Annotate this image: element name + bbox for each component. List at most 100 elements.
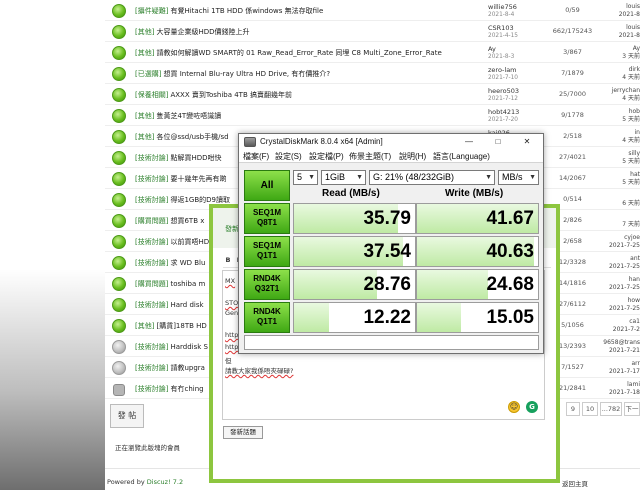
thread-title-link[interactable]: [攝件疑難] 有覺Hitachi 1TB HDD 係windows 無法存取fil…	[135, 6, 480, 18]
bold-button[interactable]: B	[223, 256, 233, 264]
thread-title[interactable]: 請教如何解讀WD SMART的 01 Raw_Read_Error_Rate 同…	[156, 49, 441, 57]
last-poster[interactable]: hat	[630, 171, 640, 178]
thread-title[interactable]: toshiba m	[170, 280, 205, 288]
last-poster[interactable]: han	[629, 276, 640, 283]
last-poster[interactable]: louis	[626, 3, 640, 10]
thread-category[interactable]: [購買問題]	[135, 280, 168, 288]
page-link-10[interactable]: 10	[582, 402, 598, 416]
thread-category[interactable]: [技術討論]	[135, 301, 168, 309]
thread-category[interactable]: [其他]	[135, 28, 154, 36]
thread-category[interactable]: [技術討論]	[135, 364, 168, 372]
thread-row[interactable]: [其他] 請教如何解讀WD SMART的 01 Raw_Read_Error_Ra…	[105, 44, 640, 63]
test-run-button[interactable]: SEQ1M Q8T1	[244, 203, 290, 234]
thread-category[interactable]: [技術討論]	[135, 175, 168, 183]
test-run-button[interactable]: RND4K Q1T1	[244, 302, 290, 333]
thread-title[interactable]: 以前買唔HD	[170, 238, 209, 246]
thread-category[interactable]: [其他]	[135, 49, 154, 57]
emoji-icon[interactable]: ☺	[508, 401, 520, 413]
submit-post-button[interactable]: 發新話題	[223, 426, 263, 439]
last-poster[interactable]: arr	[631, 360, 640, 367]
thread-category[interactable]: [技術討論]	[135, 238, 168, 246]
menu-settings[interactable]: 設定(S)	[275, 151, 302, 162]
last-poster[interactable]: louis	[626, 24, 640, 31]
thread-title[interactable]: Hard disk	[170, 301, 203, 309]
thread-category[interactable]: [攝件疑難]	[135, 7, 168, 15]
thread-category[interactable]: [技術討論]	[135, 343, 168, 351]
test-run-button[interactable]: RND4K Q32T1	[244, 269, 290, 300]
thread-row[interactable]: [其他] 大容量企業級HDD價錢陸上升 CSR103 2021-4-15 662/175…	[105, 23, 640, 42]
thread-title-link[interactable]: [其他] 隻黃芝4T變咗唔識讀	[135, 111, 480, 123]
last-poster[interactable]: lami	[627, 381, 640, 388]
last-poster[interactable]: cyjoe	[624, 234, 640, 241]
thread-title-link[interactable]: [已選購] 想買 Internal Blu-ray Ultra HD Drive,…	[135, 69, 480, 81]
author-name[interactable]: CSR103	[488, 24, 514, 32]
page-link-9[interactable]: 9	[566, 402, 580, 416]
comment-field[interactable]	[244, 335, 539, 350]
last-poster[interactable]: hob	[629, 108, 640, 115]
grammarly-icon[interactable]: G	[526, 401, 538, 413]
thread-title[interactable]: Harddisk S	[170, 343, 208, 351]
thread-category[interactable]: [已選購]	[135, 70, 161, 78]
thread-title[interactable]: 隻黃芝4T變咗唔識讀	[156, 112, 221, 120]
thread-title[interactable]: 有覺Hitachi 1TB HDD 係windows 無法存取file	[170, 7, 323, 15]
unit-select[interactable]: MB/s ▼	[498, 170, 539, 185]
thread-category[interactable]: [技術討論]	[135, 259, 168, 267]
thread-title[interactable]: 想買 Internal Blu-ray Ultra HD Drive, 有冇價推…	[163, 70, 330, 78]
home-link[interactable]: 返回主頁	[562, 478, 588, 488]
thread-category[interactable]: [購買問題]	[135, 217, 168, 225]
thread-category[interactable]: [其他]	[135, 112, 154, 120]
last-poster[interactable]: how	[628, 297, 640, 304]
thread-title[interactable]: 請教upgra	[170, 364, 205, 372]
test-size-select[interactable]: 1GiB ▼	[321, 170, 366, 185]
thread-title-link[interactable]: [其他] 請教如何解讀WD SMART的 01 Raw_Read_Error_Ra…	[135, 48, 480, 60]
author-name[interactable]: heero503	[488, 87, 519, 95]
thread-title[interactable]: 點解買HDD咁快	[170, 154, 221, 162]
last-poster[interactable]: silly	[628, 150, 640, 157]
new-post-button[interactable]: 發 帖	[110, 404, 144, 428]
thread-row[interactable]: [攝件疑難] 有覺Hitachi 1TB HDD 係windows 無法存取fil…	[105, 2, 640, 21]
test-count-select[interactable]: 5 ▼	[293, 170, 318, 185]
thread-title[interactable]: 要十幾年先再有啲	[170, 175, 226, 183]
thread-title[interactable]: 想買6TB x	[170, 217, 204, 225]
menu-file[interactable]: 檔案(F)	[243, 151, 269, 162]
discuz-link[interactable]: Discuz! 7.2	[147, 478, 183, 486]
run-all-button[interactable]: All	[244, 170, 290, 201]
thread-title[interactable]: 得返1GB的D9讀取	[170, 196, 230, 204]
last-poster[interactable]: jerrychan	[612, 87, 640, 94]
thread-title[interactable]: 求 WD Blu	[170, 259, 205, 267]
thread-title-link[interactable]: [其他] 大容量企業級HDD價錢陸上升	[135, 27, 480, 39]
thread-category[interactable]: [技術討論]	[135, 385, 168, 393]
thread-category[interactable]: [其他]	[135, 322, 154, 330]
thread-row[interactable]: [已選購] 想買 Internal Blu-ray Ultra HD Drive,…	[105, 65, 640, 84]
menu-language[interactable]: 語言(Language)	[433, 151, 490, 162]
minimize-button[interactable]: —	[455, 134, 483, 150]
author-name[interactable]: hobt4213	[488, 108, 519, 116]
last-poster[interactable]: Ay	[633, 45, 640, 52]
thread-row[interactable]: [保養相關] AXXX 賣到Toshiba 4TB 搞賣翻幾年前 heero503 2…	[105, 86, 640, 105]
window-titlebar[interactable]: CrystalDiskMark 8.0.4 x64 [Admin] — □ ✕	[239, 134, 543, 150]
drive-select[interactable]: G: 21% (48/232GiB) ▼	[369, 170, 495, 185]
author-name[interactable]: willie756	[488, 3, 517, 11]
thread-row[interactable]: [其他] 隻黃芝4T變咗唔識讀 hobt4213 2021-7-20 9/1778 hob…	[105, 107, 640, 126]
thread-title[interactable]: [購貨]18TB HD	[156, 322, 206, 330]
thread-title[interactable]: 各位@ssd/usb手機/sd	[156, 133, 228, 141]
page-link-last[interactable]: ...782	[600, 402, 622, 416]
menu-profile[interactable]: 設定檔(P)	[309, 151, 344, 162]
thread-category[interactable]: [保養相關]	[135, 91, 168, 99]
menu-help[interactable]: 說明(H)	[399, 151, 426, 162]
maximize-button[interactable]: □	[484, 134, 512, 150]
close-button[interactable]: ✕	[513, 134, 541, 150]
test-run-button[interactable]: SEQ1M Q1T1	[244, 236, 290, 267]
author-name[interactable]: zero-lam	[488, 66, 517, 74]
thread-title[interactable]: 有冇ching	[170, 385, 203, 393]
thread-category[interactable]: [其他]	[135, 133, 154, 141]
last-poster[interactable]: 9658@trans	[603, 339, 640, 346]
next-page-link[interactable]: 下一	[624, 402, 640, 416]
menu-theme[interactable]: 佈景主題(T)	[349, 151, 391, 162]
thread-title[interactable]: AXXX 賣到Toshiba 4TB 搞賣翻幾年前	[170, 91, 292, 99]
thread-title-link[interactable]: [保養相關] AXXX 賣到Toshiba 4TB 搞賣翻幾年前	[135, 90, 480, 102]
thread-title[interactable]: 大容量企業級HDD價錢陸上升	[156, 28, 249, 36]
last-poster[interactable]: dirk	[629, 66, 640, 73]
thread-category[interactable]: [技術討論]	[135, 196, 168, 204]
last-poster[interactable]: in	[635, 129, 640, 136]
